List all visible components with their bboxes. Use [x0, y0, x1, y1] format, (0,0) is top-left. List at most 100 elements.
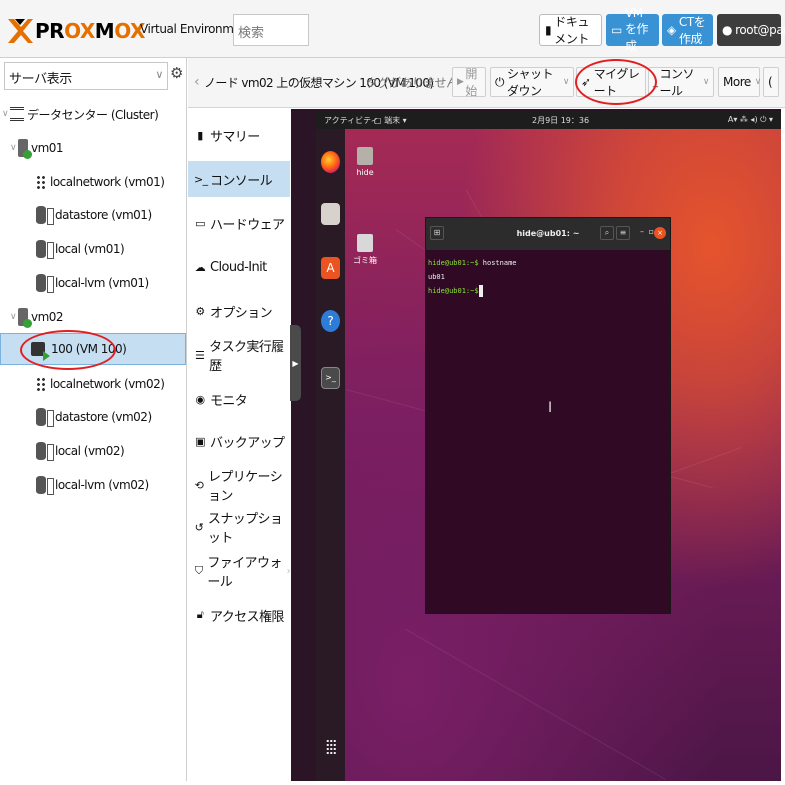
- terminal-prompt: hide@ub01:~$: [428, 287, 479, 295]
- start-label: 開始: [465, 67, 477, 98]
- shutdown-button[interactable]: ⏻ シャットダウン ∨: [490, 67, 574, 98]
- clock[interactable]: 2月9日 19：36: [532, 115, 589, 126]
- menu-backup[interactable]: ▣ バックアップ: [188, 423, 290, 459]
- tree-item-local-lvm-vm02[interactable]: local-lvm (vm02): [0, 469, 186, 501]
- desktop-home-folder[interactable]: hide: [348, 147, 382, 177]
- tree-item-label: datastore (vm02): [55, 410, 152, 424]
- help-icon[interactable]: ?: [321, 310, 340, 332]
- files-icon[interactable]: [321, 203, 340, 225]
- create-vm-label: VMを作成: [624, 6, 649, 53]
- start-button[interactable]: ▶ 開始: [452, 67, 486, 98]
- terminal-app-label: 端末: [384, 115, 401, 125]
- documentation-button[interactable]: ▮ ドキュメント: [539, 14, 602, 46]
- retweet-icon: ⟲: [194, 478, 204, 492]
- eye-icon: ◉: [195, 392, 206, 406]
- menu-snapshots[interactable]: ↺ スナップショット: [188, 509, 290, 546]
- create-vm-button[interactable]: ▭ VMを作成: [606, 6, 659, 53]
- menu-options[interactable]: ⚙ オプション: [188, 293, 290, 329]
- desktop-trash-label: ゴミ箱: [353, 256, 377, 265]
- terminal-app-menu[interactable]: ▢ 端末 ▾: [374, 115, 407, 126]
- tree-item-localnetwork-vm01[interactable]: localnetwork (vm01): [0, 166, 186, 198]
- tree-item-label: local (vm01): [55, 242, 125, 256]
- vm-console[interactable]: アクティビティ ▢ 端末 ▾ 2月9日 19：36 A▾ ⁂ ◂) ⏻ ▾ A …: [291, 109, 781, 781]
- chevron-down-icon[interactable]: ∨: [703, 77, 710, 87]
- tree-item-datastore-vm02[interactable]: datastore (vm02): [0, 401, 186, 433]
- play-icon: ▶: [457, 77, 464, 87]
- menu-firewall[interactable]: ⛉ ファイアウォール ›: [188, 553, 291, 590]
- monitor-icon: ▭: [195, 216, 205, 230]
- menu-permissions[interactable]: 🔓︎ アクセス権限: [188, 597, 290, 633]
- gear-icon[interactable]: ⚙: [170, 64, 183, 82]
- proxmox-logo[interactable]: PROXMOX: [6, 16, 145, 46]
- shield-icon: ⛉: [194, 564, 203, 577]
- help-button[interactable]: (: [763, 67, 779, 97]
- tree-item-node-vm02[interactable]: ∨ vm02: [0, 301, 186, 333]
- menu-hardware[interactable]: ▭ ハードウェア: [188, 205, 290, 241]
- software-store-icon[interactable]: A: [321, 257, 340, 279]
- tree-item-local-vm01[interactable]: local (vm01): [0, 233, 186, 265]
- annotation-circle-vm: [20, 330, 116, 370]
- annotation-circle-migrate: [575, 59, 657, 105]
- close-icon[interactable]: ×: [654, 227, 666, 239]
- menu-monitor[interactable]: ◉ モニタ: [188, 381, 290, 417]
- datacenter-icon: [10, 107, 24, 121]
- tree-item-local-vm02[interactable]: local (vm02): [0, 435, 186, 467]
- tree-item-label: localnetwork (vm01): [50, 175, 165, 189]
- floppy-icon: ▣: [195, 434, 205, 448]
- menu-task-history[interactable]: ☰ タスク実行履歴: [188, 337, 290, 374]
- desktop-trash[interactable]: ゴミ箱: [348, 234, 382, 266]
- chevron-down-icon[interactable]: ∨: [563, 77, 570, 87]
- caret-icon[interactable]: ∨: [8, 312, 18, 322]
- menu-summary[interactable]: ▮ サマリー: [188, 117, 290, 153]
- ubuntu-top-bar: アクティビティ ▢ 端末 ▾ 2月9日 19：36 A▾ ⁂ ◂) ⏻ ▾: [316, 111, 781, 129]
- storage-icon: [36, 476, 54, 495]
- desktop-home-label: hide: [356, 168, 374, 177]
- wallpaper-line: [405, 629, 666, 780]
- storage-icon: [36, 408, 54, 427]
- caret-icon[interactable]: ∨: [8, 143, 18, 153]
- terminal-titlebar[interactable]: ⊞ hide@ub01: ~ ⌕ ≡ – ▫ ×: [426, 218, 670, 250]
- firefox-icon[interactable]: [321, 151, 340, 173]
- user-menu-button[interactable]: ● root@pam ∨: [717, 14, 785, 46]
- terminal-icon: >_: [194, 172, 208, 186]
- cube-icon: ◈: [667, 23, 676, 37]
- tree-item-label: datastore (vm01): [55, 208, 152, 222]
- menu-label: バックアップ: [210, 435, 285, 451]
- power-icon: ⏻: [495, 74, 505, 89]
- network-grid-icon: [36, 174, 47, 190]
- show-applications-icon[interactable]: [326, 739, 336, 755]
- network-grid-icon: [36, 376, 47, 392]
- caret-icon[interactable]: ∨: [0, 109, 10, 119]
- tree-item-node-vm01[interactable]: ∨ vm01: [0, 132, 186, 164]
- view-selector[interactable]: サーバ表示 ∨: [4, 62, 168, 90]
- desktop-icon: ▭: [611, 23, 622, 37]
- tags-text: タグがありません: [366, 76, 458, 90]
- tree-item-localnetwork-vm02[interactable]: localnetwork (vm02): [0, 368, 186, 400]
- unlock-icon: 🔓︎: [196, 608, 204, 621]
- search-input[interactable]: 検索: [233, 14, 309, 46]
- system-tray-icon[interactable]: A▾ ⁂ ◂) ⏻ ▾: [728, 115, 773, 125]
- create-ct-button[interactable]: ◈ CTを作成: [662, 14, 713, 46]
- terminal-output[interactable]: hide@ub01:~$ hostname ub01 hide@ub01:~$: [428, 256, 517, 298]
- menu-label: Cloud-Init: [210, 259, 267, 275]
- more-button[interactable]: More ∨: [718, 67, 761, 97]
- tree-item-datastore-vm01[interactable]: datastore (vm01): [0, 199, 186, 231]
- tree-item-label: local-lvm (vm01): [55, 276, 149, 290]
- minimize-icon[interactable]: –: [640, 227, 644, 236]
- activities-button[interactable]: アクティビティ: [324, 115, 379, 126]
- terminal-icon[interactable]: >_: [321, 367, 340, 389]
- menu-cloud-init[interactable]: ☁ Cloud-Init: [188, 249, 290, 285]
- create-ct-label: CTを作成: [678, 15, 706, 46]
- home-folder-icon: [357, 147, 373, 165]
- hamburger-menu-icon[interactable]: ≡: [616, 226, 630, 240]
- storage-icon: [36, 240, 54, 259]
- search-icon[interactable]: ⌕: [600, 226, 614, 240]
- logo-wordmark: PROXMOX: [35, 19, 145, 43]
- menu-console[interactable]: >_ コンソール: [188, 161, 290, 197]
- terminal-command: hostname: [478, 259, 517, 267]
- console-button[interactable]: _ コンソール ∨: [648, 67, 714, 98]
- menu-replication[interactable]: ⟲ レプリケーション: [188, 467, 290, 504]
- tree-item-local-lvm-vm01[interactable]: local-lvm (vm01): [0, 267, 186, 299]
- tree-item-datacenter[interactable]: ∨ データセンター (Cluster): [0, 98, 186, 130]
- collapse-menu-handle[interactable]: ▶: [290, 325, 301, 401]
